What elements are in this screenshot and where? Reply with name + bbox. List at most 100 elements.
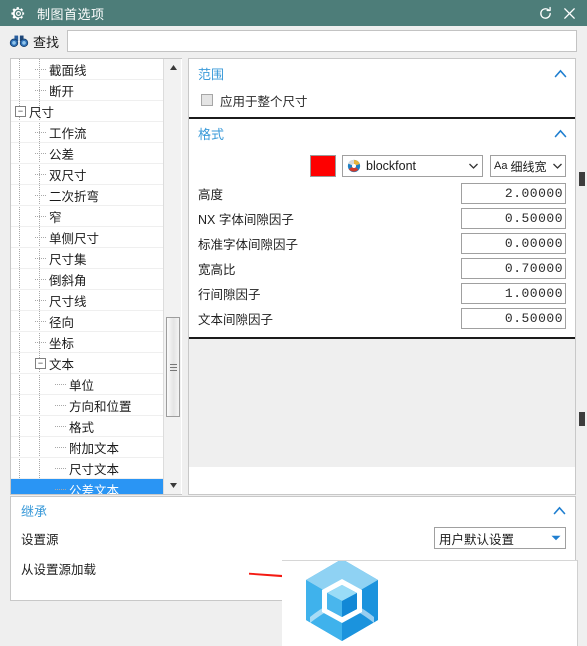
tree-connector-icon — [35, 227, 46, 248]
tree-item-9[interactable]: 尺寸集 — [11, 248, 163, 269]
tree-item-6[interactable]: 二次折弯 — [11, 185, 163, 206]
reset-icon[interactable] — [533, 0, 557, 26]
tree-connector-icon — [35, 332, 46, 353]
close-icon[interactable] — [557, 0, 581, 26]
format-section-title: 格式 — [198, 126, 225, 142]
format-section-header[interactable]: 格式 — [189, 119, 575, 147]
tree-connector-icon — [55, 416, 66, 437]
gear-icon — [5, 0, 31, 26]
tree-item-12[interactable]: 径向 — [11, 311, 163, 332]
format-field-label: 宽高比 — [198, 263, 236, 277]
tree-item-1[interactable]: 断开 — [11, 80, 163, 101]
tree-connector-icon — [55, 374, 66, 395]
tree-item-17[interactable]: 格式 — [11, 416, 163, 437]
scope-section-title: 范围 — [198, 66, 225, 82]
tree-item-13[interactable]: 坐标 — [11, 332, 163, 353]
chevron-up-icon[interactable] — [554, 66, 567, 81]
settings-source-row: 设置源 用户默认设置 — [11, 523, 575, 553]
tree-item-label: 径向 — [49, 315, 75, 330]
tree-item-18[interactable]: 附加文本 — [11, 437, 163, 458]
tree-item-0[interactable]: 截面线 — [11, 59, 163, 80]
tree-connector-icon — [35, 164, 46, 185]
format-field-input[interactable] — [461, 308, 566, 329]
settings-source-label: 设置源 — [21, 532, 59, 547]
find-bar: 查找 — [0, 26, 587, 56]
tree-item-label: 方向和位置 — [69, 399, 132, 414]
tree-item-label: 二次折弯 — [49, 189, 100, 204]
chevron-down-icon[interactable] — [469, 161, 478, 171]
outer-scroll-sliver[interactable] — [577, 112, 587, 552]
tree-item-14[interactable]: − 文本 — [11, 353, 163, 374]
line-width-select[interactable]: Aa 细线宽 — [490, 155, 566, 177]
tree-connector-icon — [35, 59, 46, 80]
format-field-input[interactable] — [461, 233, 566, 254]
format-field-row-3: 宽高比 — [189, 256, 575, 281]
outer-scroll-marker — [579, 172, 585, 186]
preferences-tree[interactable]: 截面线 断开 − 尺寸 工作流公差双尺寸二次折弯窄单侧尺寸 尺寸集 倒斜角 尺寸线径向坐标 − 文… — [10, 58, 182, 495]
tree-connector-icon — [35, 185, 46, 206]
tree-item-15[interactable]: 单位 — [11, 374, 163, 395]
tree-scrollbar-thumb[interactable] — [166, 317, 180, 417]
tree-item-2[interactable]: − 尺寸 — [11, 101, 163, 122]
format-field-label: 行间隙因子 — [198, 288, 261, 302]
format-field-input[interactable] — [461, 258, 566, 279]
search-input[interactable] — [67, 30, 577, 52]
text-color-swatch[interactable] — [310, 155, 336, 177]
tree-connector-icon — [55, 437, 66, 458]
apply-to-entire-dimension-checkbox[interactable] — [201, 94, 213, 106]
scroll-up-arrow-icon[interactable] — [164, 59, 182, 76]
tree-collapse-icon[interactable]: − — [35, 357, 46, 369]
tree-connector-icon — [35, 311, 46, 332]
right-edge-sliver: 打 — [577, 560, 587, 646]
apply-to-entire-dimension-row[interactable]: 应用于整个尺寸 — [189, 87, 575, 113]
font-file-icon — [347, 159, 361, 173]
font-select[interactable]: blockfont — [342, 155, 483, 177]
settings-source-select[interactable]: 用户默认设置 — [434, 527, 566, 549]
tree-item-8[interactable]: 单侧尺寸 — [11, 227, 163, 248]
format-field-label: NX 字体间隙因子 — [198, 213, 294, 227]
format-field-row-0: 高度 — [189, 181, 575, 206]
tree-item-5[interactable]: 双尺寸 — [11, 164, 163, 185]
format-field-input[interactable] — [461, 183, 566, 204]
tree-item-16[interactable]: 方向和位置 — [11, 395, 163, 416]
scroll-down-arrow-icon[interactable] — [164, 477, 182, 494]
tree-connector-icon — [55, 479, 66, 495]
tree-item-19[interactable]: 尺寸文本 — [11, 458, 163, 479]
tree-connector-icon — [35, 290, 46, 311]
tree-item-label: 公差 — [49, 147, 75, 162]
format-field-input[interactable] — [461, 208, 566, 229]
format-field-label: 文本间隙因子 — [198, 313, 274, 327]
tree-item-10[interactable]: 倒斜角 — [11, 269, 163, 290]
tree-list[interactable]: 截面线 断开 − 尺寸 工作流公差双尺寸二次折弯窄单侧尺寸 尺寸集 倒斜角 尺寸线径向坐标 − 文… — [11, 59, 163, 494]
tree-item-label: 窄 — [49, 210, 62, 225]
scope-section-header[interactable]: 范围 — [189, 59, 575, 87]
tree-connector-icon — [55, 395, 66, 416]
tree-item-7[interactable]: 窄 — [11, 206, 163, 227]
scrollbar-grip-icon — [169, 362, 177, 373]
tree-item-label: 单位 — [69, 378, 95, 393]
format-field-input[interactable] — [461, 283, 566, 304]
tree-connector-icon — [35, 206, 46, 227]
tree-connector-icon — [55, 458, 66, 479]
chevron-down-icon[interactable] — [551, 533, 561, 543]
tree-item-4[interactable]: 公差 — [11, 143, 163, 164]
tree-scrollbar[interactable] — [163, 59, 181, 494]
inherit-section-header[interactable]: 继承 — [11, 497, 575, 523]
tree-item-11[interactable]: 尺寸线 — [11, 290, 163, 311]
chevron-up-icon[interactable] — [554, 126, 567, 141]
chevron-up-icon[interactable] — [553, 503, 566, 518]
chevron-down-icon[interactable] — [553, 161, 562, 171]
tree-item-20[interactable]: 公差文本 — [11, 479, 163, 495]
tree-item-3[interactable]: 工作流 — [11, 122, 163, 143]
tree-collapse-icon[interactable]: − — [15, 105, 26, 117]
